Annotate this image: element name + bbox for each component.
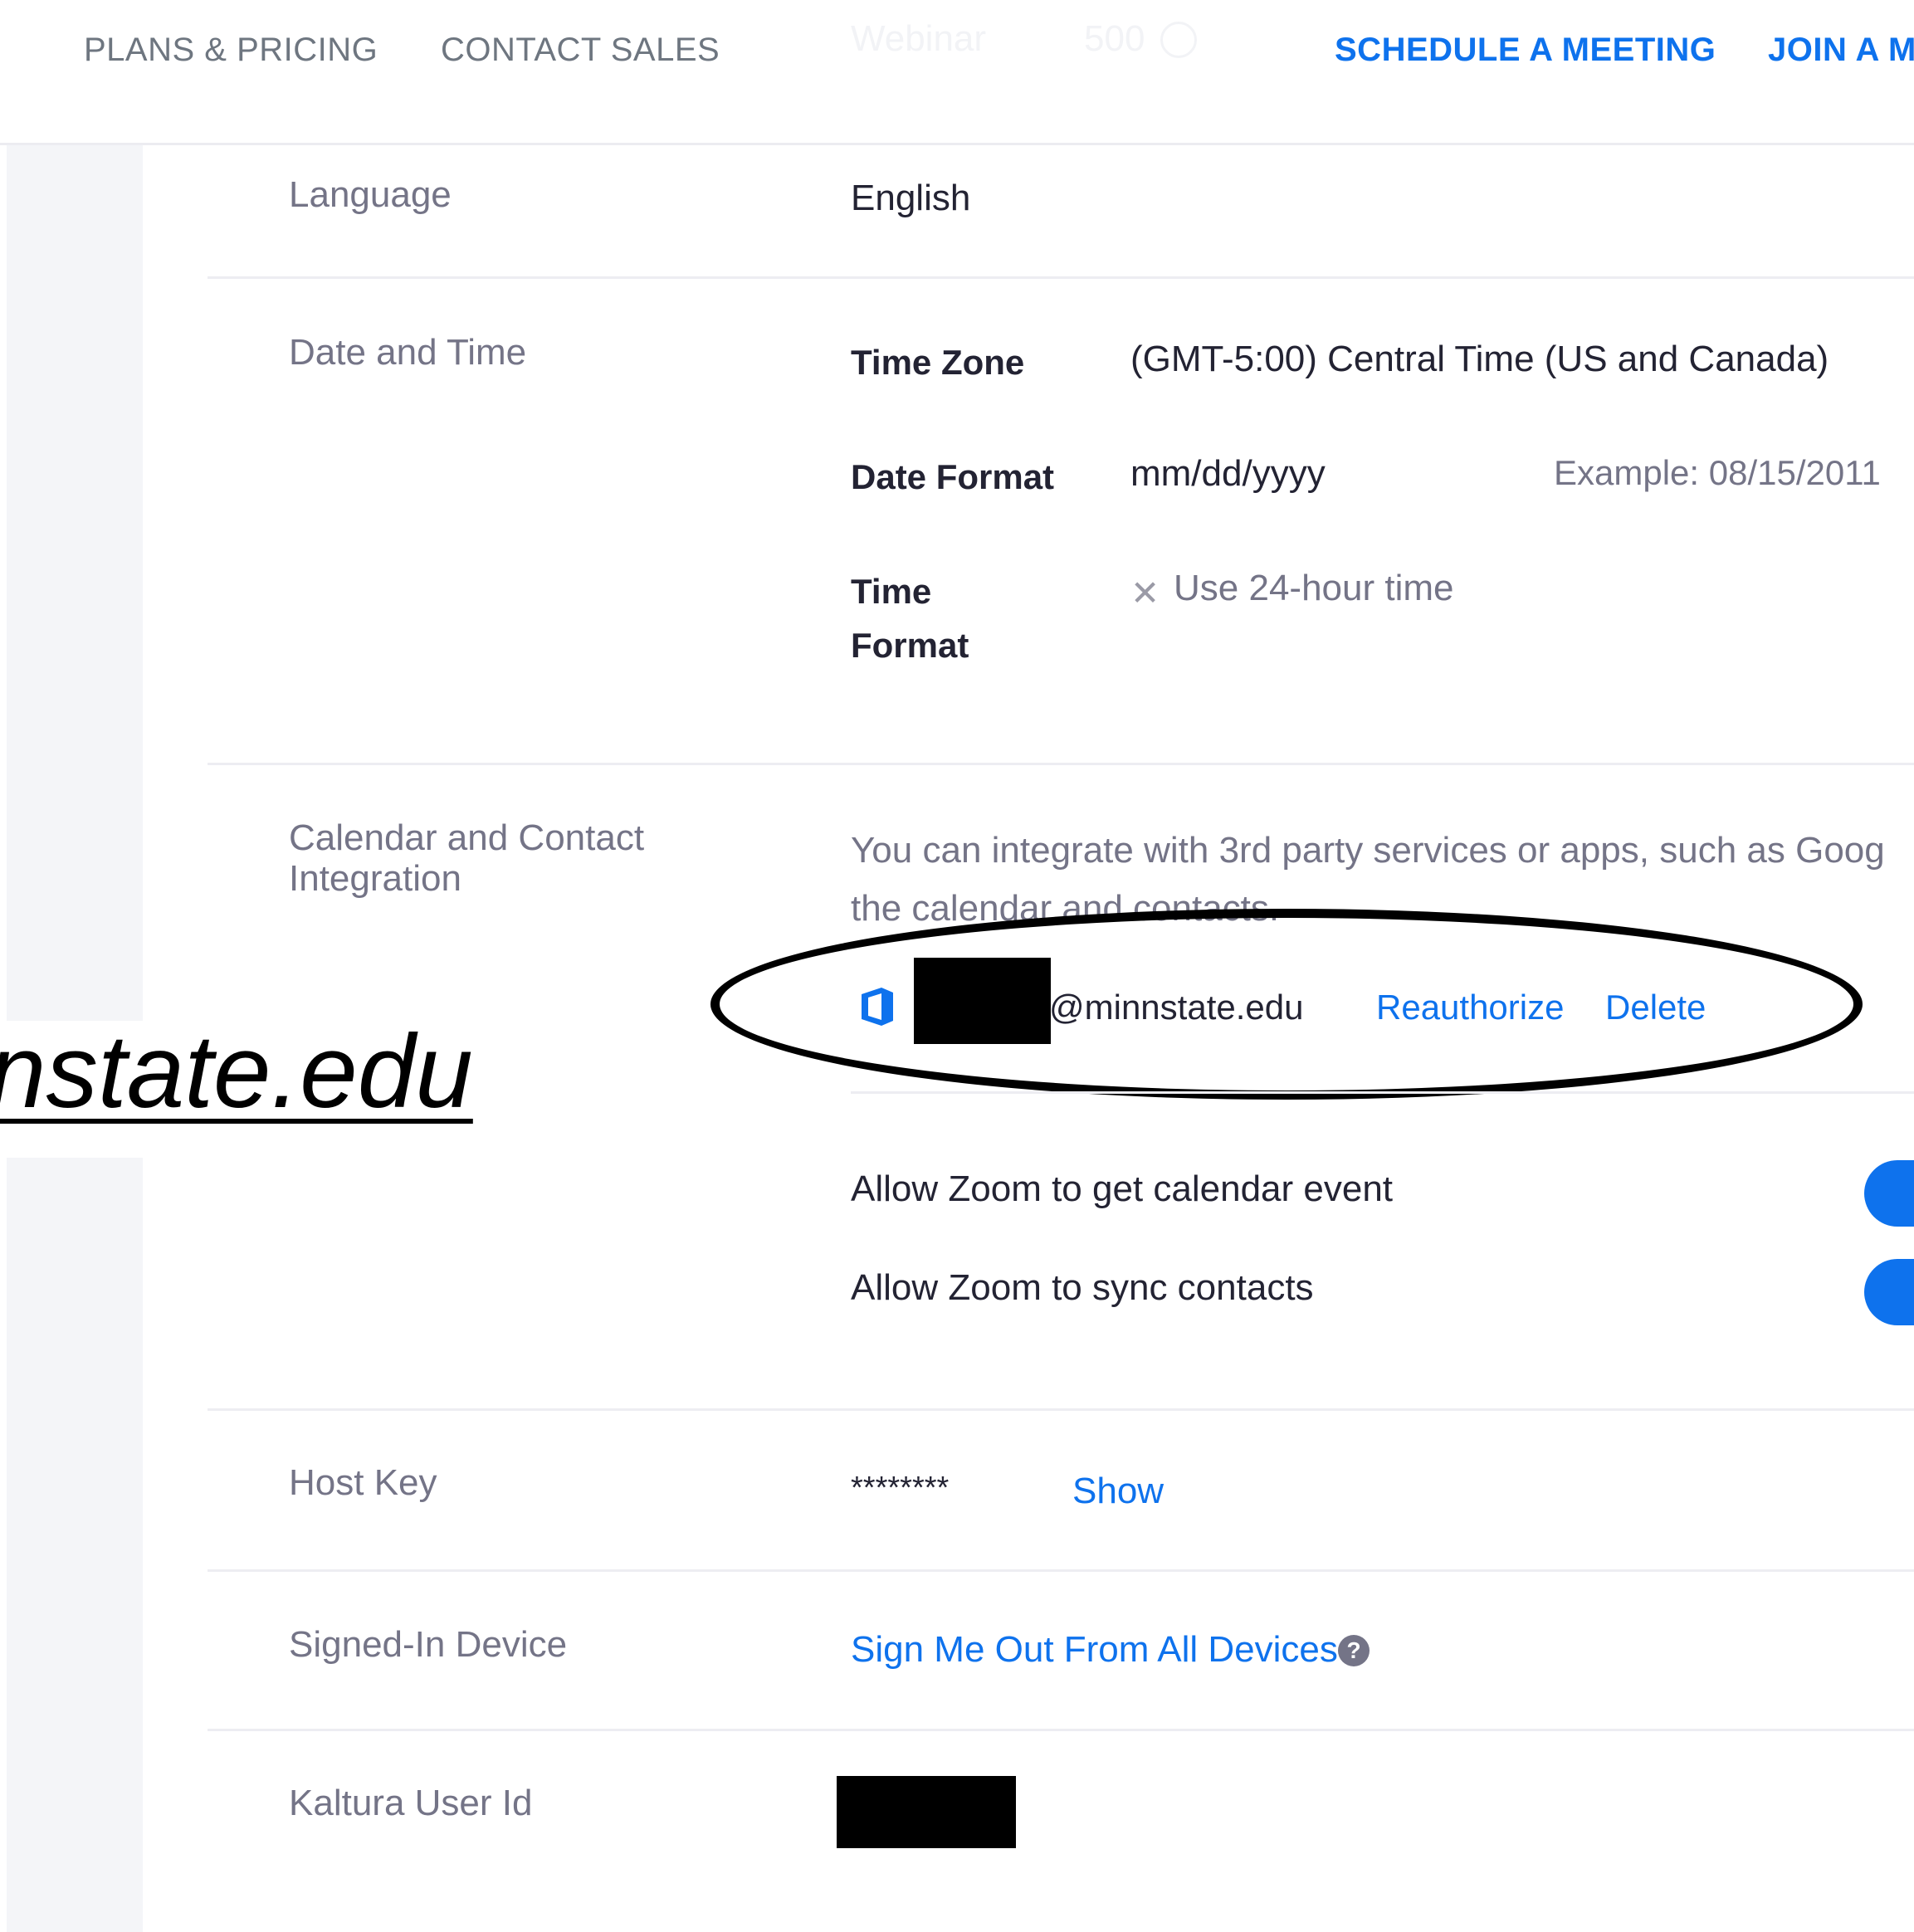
allow-sync-contacts-label: Allow Zoom to sync contacts [851,1267,1314,1308]
sign-out-all-devices-link[interactable]: Sign Me Out From All Devices [851,1629,1338,1671]
use-24-hour-time-option[interactable]: Use 24-hour time [1174,568,1453,609]
date-format-label: Date Format [851,457,1055,496]
calendar-integration-description: You can integrate with 3rd party service… [851,822,1914,938]
ghost-info-icon [1160,22,1197,58]
allow-sync-contacts-toggle[interactable] [1864,1259,1914,1325]
time-zone-label: Time Zone [851,343,1025,382]
language-value[interactable]: English [851,178,970,219]
host-key-show-link[interactable]: Show [1072,1471,1164,1512]
calendar-inner-divider [851,1091,1914,1094]
allow-calendar-event-toggle[interactable] [1864,1160,1914,1227]
calendar-description-line-1: You can integrate with 3rd party service… [851,830,1885,871]
calendar-description-line-2: the calendar and contacts. [851,888,1280,929]
delete-link[interactable]: Delete [1605,988,1706,1027]
time-zone-value[interactable]: (GMT-5:00) Central Time (US and Canada) [1130,339,1829,380]
nav-plans-pricing[interactable]: PLANS & PRICING [84,32,378,69]
reauthorize-link[interactable]: Reauthorize [1376,988,1564,1027]
calendar-integration-label: Calendar and Contact Integration [289,817,644,900]
time-format-label-line-2: Format [851,626,969,666]
host-key-label: Host Key [289,1462,437,1503]
time-format-label: Time Format [851,564,969,672]
row-divider [208,276,1914,279]
connected-account-email: @minnstate.edu [1049,988,1304,1027]
date-time-label: Date and Time [289,332,527,373]
ghost-webinar-value: 500 [1084,18,1145,59]
redacted-kaltura-user-id [837,1776,1016,1848]
nav-contact-sales[interactable]: CONTACT SALES [441,32,720,69]
row-divider [208,1569,1914,1572]
left-sidebar-rail [7,145,143,1021]
ghost-webinar-label: Webinar [851,18,987,59]
row-divider [208,1408,1914,1411]
row-divider [208,1729,1914,1731]
language-label: Language [289,174,452,215]
office365-icon [862,988,893,1026]
nav-join-meeting[interactable]: JOIN A M [1768,32,1914,69]
nav-schedule-meeting[interactable]: SCHEDULE A MEETING [1335,32,1716,69]
time-format-label-line-1: Time [851,572,932,611]
kaltura-user-id-label: Kaltura User Id [289,1783,533,1823]
host-key-masked-value: ******** [851,1471,950,1505]
allow-calendar-event-label: Allow Zoom to get calendar event [851,1168,1394,1209]
overlay-url-annotation: nstate.edu [0,1014,473,1129]
row-divider [208,763,1914,765]
redacted-email-user [914,958,1051,1044]
checkbox-x-icon[interactable]: ✕ [1130,573,1160,613]
question-help-icon[interactable]: ? [1338,1635,1370,1666]
calendar-integration-label-line-2: Integration [289,858,461,900]
signed-in-device-label: Signed-In Device [289,1624,568,1665]
calendar-integration-label-line-1: Calendar and Contact [289,817,645,858]
date-format-example: Example: 08/15/2011 [1554,453,1881,492]
top-navigation-bar: PLANS & PRICING CONTACT SALES Webinar 50… [0,0,1914,145]
date-format-value[interactable]: mm/dd/yyyy [1130,453,1326,495]
left-sidebar-rail-lower [7,1158,143,1932]
